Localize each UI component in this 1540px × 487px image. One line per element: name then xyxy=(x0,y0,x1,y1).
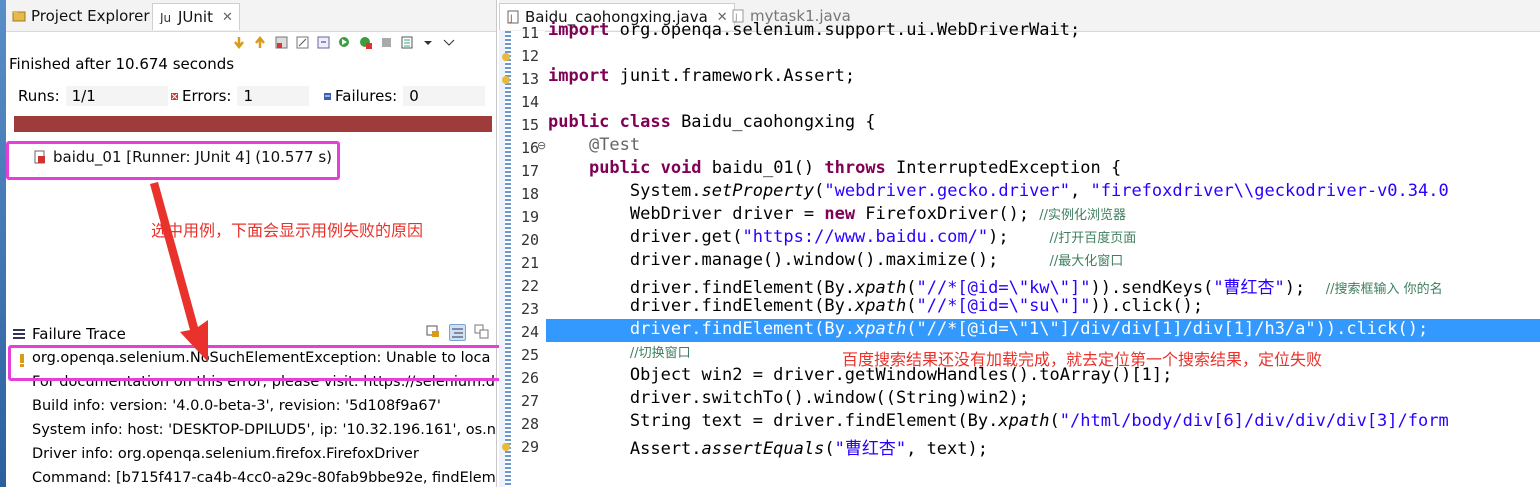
code-line[interactable]: driver.get("https://www.baidu.com/"); //… xyxy=(548,227,1136,247)
rerun-test-icon[interactable] xyxy=(337,35,352,50)
code-line[interactable]: public class Baidu_caohongxing { xyxy=(548,112,876,132)
errors-counter: Errors: 1 xyxy=(168,86,310,106)
warning-icon xyxy=(502,53,510,61)
runs-value: 1/1 xyxy=(65,86,168,106)
code-line[interactable]: Assert.assertEquals("曹红杏", text); xyxy=(548,434,988,459)
line-number: 16 xyxy=(520,139,539,157)
code-line[interactable]: import org.openqa.selenium.support.ui.We… xyxy=(548,20,1080,40)
failures-value: 0 xyxy=(403,86,486,106)
code-line-selected[interactable]: driver.findElement(By.xpath("//*[@id=\"1… xyxy=(548,319,1428,339)
code-line[interactable]: driver.findElement(By.xpath("//*[@id=\"s… xyxy=(548,296,1203,316)
code-line[interactable]: System.setProperty("webdriver.gecko.driv… xyxy=(548,181,1449,201)
trace-line[interactable]: Driver info: org.openqa.selenium.firefox… xyxy=(6,442,496,466)
next-failure-icon[interactable] xyxy=(232,35,247,50)
compare-result-icon[interactable] xyxy=(426,324,441,339)
line-number: 29 xyxy=(520,438,539,456)
errors-label: Errors: xyxy=(182,87,232,105)
trace-line[interactable]: Build info: version: '4.0.0-beta-3', rev… xyxy=(6,394,496,418)
code-line[interactable]: String text = driver.findElement(By.xpat… xyxy=(548,411,1449,431)
annotation-arrow xyxy=(150,182,208,362)
highlight-box xyxy=(6,141,340,180)
line-number: 22 xyxy=(520,277,539,295)
warning-icon xyxy=(502,76,510,84)
code-line[interactable]: @Test xyxy=(548,135,640,155)
view-tab-bar: Project Explorer Ju JUnit ✕ xyxy=(6,0,496,32)
view-menu-icon[interactable] xyxy=(442,35,457,50)
line-number: 12 xyxy=(520,47,539,65)
warning-icon xyxy=(502,443,510,451)
line-number: 20 xyxy=(520,231,539,249)
folder-icon xyxy=(12,9,26,23)
previous-failure-icon[interactable] xyxy=(253,35,268,50)
run-status: Finished after 10.674 seconds xyxy=(9,55,235,73)
failures-counter: Failures: 0 xyxy=(321,86,486,106)
failure-trace-toolbar xyxy=(426,324,489,341)
line-number: 17 xyxy=(520,162,539,180)
junit-toolbar xyxy=(232,33,457,51)
code-line[interactable]: import junit.framework.Assert; xyxy=(548,66,855,86)
failure-trace-title: Failure Trace xyxy=(32,325,126,343)
tab-junit[interactable]: Ju JUnit ✕ xyxy=(152,3,240,30)
failure-trace-header: Failure Trace xyxy=(12,325,126,343)
code-line[interactable]: WebDriver driver = new FirefoxDriver(); … xyxy=(548,204,1126,224)
stop-icon[interactable] xyxy=(379,35,394,50)
trace-line[interactable]: System info: host: 'DESKTOP-DPILUD5', ip… xyxy=(6,418,496,442)
annotation-text: 百度搜索结果还没有加载完成，就去定位第一个搜索结果，定位失败 xyxy=(842,350,1323,369)
java-file-icon: J xyxy=(506,10,520,24)
rerun-failed-first-icon[interactable] xyxy=(358,35,373,50)
chevron-down-icon[interactable] xyxy=(421,35,436,50)
test-run-history-icon[interactable] xyxy=(400,35,415,50)
scroll-lock-icon[interactable] xyxy=(295,35,310,50)
line-number: 15 xyxy=(520,116,539,134)
line-number: 28 xyxy=(520,415,539,433)
line-number: 14 xyxy=(520,93,539,111)
change-ruler xyxy=(505,31,511,487)
line-number: 13 xyxy=(520,70,539,88)
tab-project-explorer[interactable]: Project Explorer xyxy=(6,3,156,29)
failures-label: Failures: xyxy=(335,87,398,105)
tab-label: JUnit xyxy=(178,8,213,26)
svg-text:J: J xyxy=(509,14,513,24)
trace-line[interactable]: Command: [b715f417-ca4b-4cc0-a29c-80fab9… xyxy=(6,466,496,487)
filter-stack-icon[interactable] xyxy=(449,324,466,341)
svg-text:Ju: Ju xyxy=(159,11,171,24)
code-line[interactable]: driver.manage().window().maximize(); //最… xyxy=(548,250,1123,270)
junit-view: Project Explorer Ju JUnit ✕ Finished aft… xyxy=(6,0,497,487)
line-number: 19 xyxy=(520,208,539,226)
junit-icon: Ju xyxy=(159,10,173,25)
copy-trace-icon[interactable] xyxy=(474,324,489,339)
fold-icon[interactable]: ⊖ xyxy=(537,139,546,152)
line-number: 11 xyxy=(520,24,539,42)
show-failures-only-icon[interactable] xyxy=(274,35,289,50)
errors-value: 1 xyxy=(237,86,310,106)
code-line[interactable]: driver.findElement(By.xpath("//*[@id=\"k… xyxy=(548,273,1443,298)
line-number: 18 xyxy=(520,185,539,203)
code-line[interactable]: public void baidu_01() throws Interrupte… xyxy=(548,158,1121,178)
runs-label: Runs: xyxy=(18,87,60,105)
line-number: 27 xyxy=(520,392,539,410)
line-number: 21 xyxy=(520,254,539,272)
line-number: 23 xyxy=(520,300,539,318)
line-number: 24 xyxy=(520,323,539,341)
history-icon[interactable] xyxy=(316,35,331,50)
code-line[interactable]: //切换窗口 xyxy=(548,342,691,362)
code-line[interactable]: driver.switchTo().window((String)win2); xyxy=(548,388,1029,408)
progress-bar xyxy=(14,116,492,132)
line-number: 26 xyxy=(520,369,539,387)
runs-counter: Runs: 1/1 xyxy=(18,86,168,106)
close-icon[interactable]: ✕ xyxy=(222,10,233,25)
highlight-box xyxy=(8,345,524,381)
java-editor: J Baidu_caohongxing.java ✕ J mytask1.jav… xyxy=(499,0,1540,487)
list-icon xyxy=(12,327,26,341)
error-icon xyxy=(168,89,182,103)
failure-icon xyxy=(321,89,335,103)
tab-label: Project Explorer xyxy=(31,7,150,25)
line-number: 25 xyxy=(520,346,539,364)
